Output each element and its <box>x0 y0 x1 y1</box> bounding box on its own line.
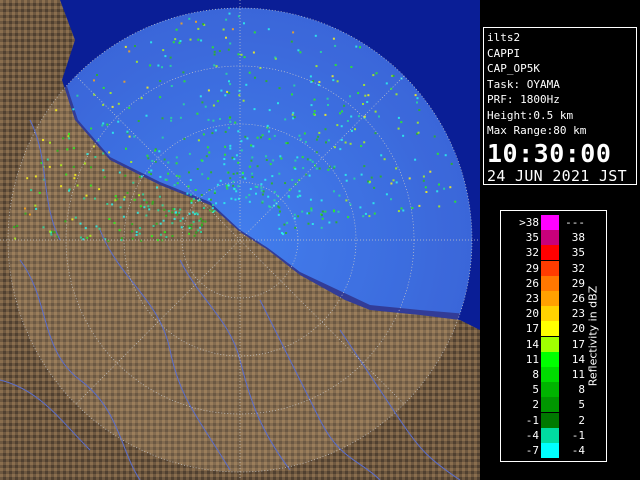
legend-low-value: 35 <box>525 231 539 245</box>
timestamp-date: 24 JUN 2021 JST <box>487 166 627 185</box>
legend-color-swatch <box>541 443 559 458</box>
legend-color-swatch <box>541 336 559 352</box>
legend-row: 23 26 <box>501 291 585 306</box>
legend-low-value: 32 <box>525 246 539 260</box>
task-label: Task: OYAMA <box>487 77 560 91</box>
info-panel: ilts2 CAPPI CAP_OP5K Task: OYAMA PRF: 18… <box>480 0 640 480</box>
legend-row: -1 2 <box>501 412 585 428</box>
legend-row: 35 38 <box>501 230 585 246</box>
legend-low-value: 20 <box>525 307 539 321</box>
legend-low-value: 11 <box>525 352 539 366</box>
legend-row: >38 --- <box>501 215 585 230</box>
legend-color-swatch <box>541 230 559 246</box>
legend-high-value: 35 <box>571 246 585 260</box>
legend-high-value: 2 <box>578 413 585 427</box>
legend-low-value: 17 <box>525 322 539 336</box>
legend-color-swatch <box>541 382 559 398</box>
legend-high-value: 23 <box>571 307 585 321</box>
legend-low-value: -1 <box>525 413 539 427</box>
legend-low-value: 29 <box>525 261 539 275</box>
timestamp-time: 10:30:00 <box>487 138 612 168</box>
reflectivity-legend: >38 --- 35 38 32 35 29 32 26 29 23 26 20 23 17 20 14 17 11… <box>500 210 607 462</box>
prf-label: PRF: 1800Hz <box>487 93 560 106</box>
legend-row: 14 17 <box>501 336 585 352</box>
radar-name: ilts2 <box>487 31 521 44</box>
legend-row: 32 35 <box>501 245 585 261</box>
legend-high-value: 20 <box>571 322 585 336</box>
legend-unit-text: Reflectivity in dBZ <box>586 285 600 387</box>
legend-color-swatch <box>541 427 559 443</box>
legend-row: 58 <box>501 382 585 398</box>
legend-color-swatch <box>541 275 559 291</box>
legend-high-value: -1 <box>571 428 585 442</box>
legend-low-value: >38 <box>519 216 539 229</box>
legend-color-swatch <box>541 397 559 413</box>
product-name: CAPPI <box>487 46 521 60</box>
legend-row: 29 32 <box>501 260 585 276</box>
legend-unit-label: Reflectivity in dBZ <box>583 231 603 441</box>
legend-low-value: -7 <box>525 444 539 457</box>
legend-color-swatch <box>541 306 559 322</box>
legend-row: 17 20 <box>501 321 585 337</box>
legend-row: -7 -4 <box>501 443 585 458</box>
legend-high-value: 14 <box>571 352 585 366</box>
legend-color-swatch <box>541 367 559 382</box>
legend-high-value: --- <box>565 216 585 229</box>
legend-low-value: 5 <box>532 383 539 397</box>
legend-row: 11 14 <box>501 351 585 367</box>
legend-high-value: 17 <box>571 337 585 351</box>
legend-row: 25 <box>501 397 585 413</box>
legend-high-value: 26 <box>571 292 585 305</box>
radar-info-box: ilts2 CAPPI CAP_OP5K Task: OYAMA PRF: 18… <box>483 27 637 185</box>
legend-row: 8 11 <box>501 367 585 382</box>
legend-high-value: -4 <box>571 444 585 457</box>
product-code: CAP_OP5K <box>487 62 540 75</box>
legend-color-swatch <box>541 351 559 367</box>
legend-color-swatch <box>541 215 559 230</box>
legend-low-value: 8 <box>532 368 539 381</box>
legend-high-value: 8 <box>578 383 585 397</box>
legend-low-value: 14 <box>525 337 539 351</box>
height-label: Height:0.5 km <box>487 108 574 122</box>
legend-high-value: 5 <box>578 398 585 412</box>
legend-color-swatch <box>541 412 559 428</box>
legend-high-value: 32 <box>571 261 585 275</box>
legend-low-value: 23 <box>525 292 539 305</box>
legend-low-value: 26 <box>525 276 539 290</box>
legend-row: 26 29 <box>501 275 585 291</box>
legend-color-swatch <box>541 245 559 261</box>
max-range-label: Max Range:80 km <box>487 124 587 137</box>
legend-color-swatch <box>541 321 559 337</box>
legend-high-value: 29 <box>571 276 585 290</box>
legend-row: -4 -1 <box>501 427 585 443</box>
legend-row: 20 23 <box>501 306 585 322</box>
legend-color-swatch <box>541 260 559 276</box>
legend-color-swatch <box>541 291 559 306</box>
legend-low-value: 2 <box>532 398 539 412</box>
legend-high-value: 38 <box>571 231 585 245</box>
legend-low-value: -4 <box>525 428 539 442</box>
legend-high-value: 11 <box>571 368 585 381</box>
